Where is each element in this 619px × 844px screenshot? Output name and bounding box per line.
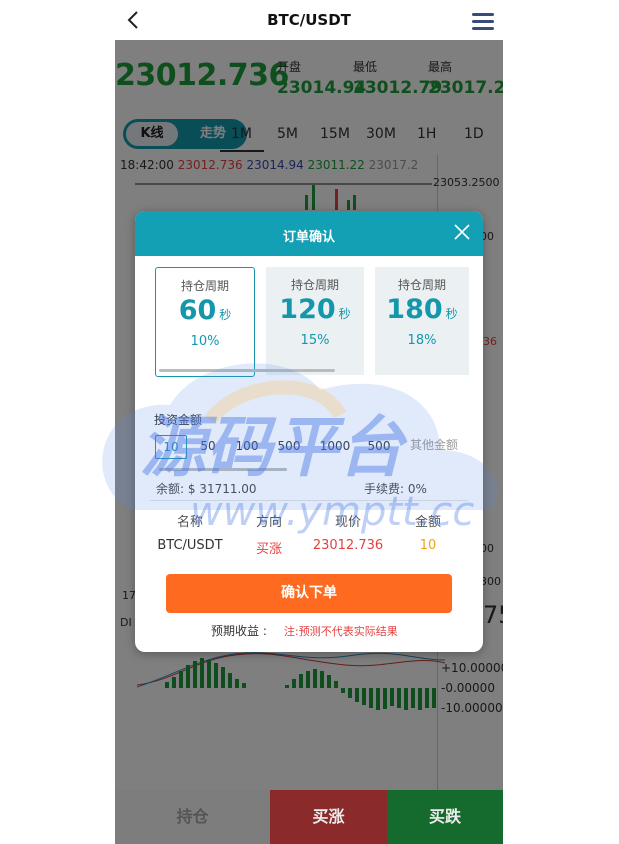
fee-text: 手续费: 0% (364, 482, 427, 496)
card-percent: 15% (300, 333, 330, 348)
header-name: 名称 (176, 515, 203, 530)
header-amount: 金额 (414, 515, 441, 530)
amount-option-500b[interactable]: 500 (365, 435, 393, 457)
period-card-180[interactable]: 持仓周期 180 秒 18% (375, 267, 469, 375)
page-title: BTC/USDT (267, 11, 351, 29)
amount-option-100[interactable]: 100 (231, 435, 263, 457)
other-amount-input[interactable]: 其他金额 (398, 433, 470, 457)
confirm-order-button[interactable]: 确认下单 (166, 574, 452, 613)
card-label: 持仓周期 (180, 279, 229, 293)
card-label: 持仓周期 (397, 278, 446, 292)
amount-option-1000[interactable]: 1000 (315, 435, 355, 457)
divider (150, 500, 468, 501)
card-label: 持仓周期 (290, 278, 339, 292)
balance-text: 余额: $ 31711.00 (156, 482, 257, 496)
invest-amount-label: 投资金额 (154, 413, 203, 427)
hamburger-menu-icon[interactable] (472, 13, 494, 31)
bottom-action-bar: 持仓 买涨 买跌 (115, 790, 503, 844)
header-price: 现价 (334, 515, 361, 530)
buy-down-button[interactable]: 买跌 (387, 790, 503, 844)
order-name: BTC/USDT (157, 538, 223, 553)
close-icon[interactable] (451, 221, 473, 243)
order-amount: 10 (419, 538, 437, 553)
card-seconds: 120 秒 (279, 294, 351, 325)
positions-button[interactable]: 持仓 (115, 790, 270, 844)
period-card-60[interactable]: 持仓周期 60 秒 10% (155, 267, 255, 377)
card-percent: 10% (190, 334, 220, 349)
card-percent: 18% (407, 333, 437, 348)
dialog-title: 订单确认 (282, 230, 335, 245)
dialog-header: 订单确认 (135, 211, 483, 256)
amounts-scrollbar[interactable] (159, 468, 287, 471)
order-price: 23012.736 (312, 538, 384, 553)
expected-profit-label: 预期收益 : (211, 624, 267, 638)
amount-option-10[interactable]: 10 (155, 435, 187, 459)
card-seconds: 180 秒 (386, 294, 458, 325)
buy-up-button[interactable]: 买涨 (270, 790, 387, 844)
cards-scrollbar[interactable] (159, 369, 335, 372)
card-seconds: 60 秒 (178, 295, 232, 326)
top-bar: BTC/USDT (115, 0, 503, 40)
period-card-120[interactable]: 持仓周期 120 秒 15% (266, 267, 364, 375)
header-direction: 方向 (255, 515, 282, 530)
order-direction: 买涨 (255, 542, 282, 557)
amount-option-500[interactable]: 500 (273, 435, 305, 457)
amount-option-50[interactable]: 50 (195, 435, 221, 457)
order-confirm-dialog: 订单确认 持仓周期 60 秒 10% 持仓周期 120 秒 15% 持仓周期 180… (135, 211, 483, 652)
expected-profit-note: 注:预测不代表实际结果 (284, 625, 398, 638)
